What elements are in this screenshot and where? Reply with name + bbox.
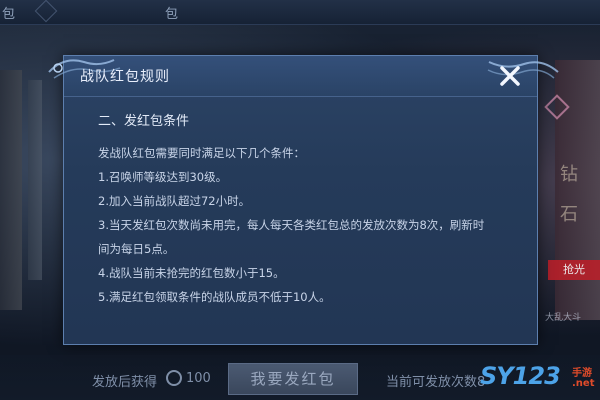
diamond-tab-icon[interactable] [34, 0, 58, 23]
rule-line: 3.当天发红包次数尚未用完，每人每天各类红包总的发放次数为8次，刷新时 [98, 218, 485, 232]
rule-line: 2.加入当前战队超过72小时。 [98, 194, 251, 208]
background-small-text: 大乱大斗 [545, 313, 582, 323]
top-bar-left-text: 包 [2, 7, 16, 22]
close-icon[interactable] [496, 62, 524, 90]
reward-label: 发放后获得 [92, 375, 158, 390]
rule-line: 4.战队当前未抢完的红包数小于15。 [98, 266, 285, 280]
top-bar: 包 包 [0, 0, 600, 25]
remaining-count: 当前可发放次数8 [386, 375, 486, 390]
background-char-2: 石 [560, 204, 578, 225]
background-char-1: 钻 [560, 164, 578, 185]
site-watermark-logo: SY123 手游 .net [480, 358, 600, 398]
rule-line: 5.满足红包领取条件的战队成员不低于10人。 [98, 290, 331, 304]
hero-card-left-2 [28, 80, 42, 280]
send-red-packet-button[interactable]: 我要发红包 [228, 363, 358, 395]
coin-icon [166, 370, 182, 386]
dialog-title: 战队红包规则 [80, 69, 170, 85]
rule-line: 发战队红包需要同时满足以下几个条件： [98, 146, 305, 160]
top-bar-right-text: 包 [165, 7, 179, 22]
watermark-main: SY123 [480, 362, 561, 390]
rule-line: 间为每日5点。 [98, 242, 175, 256]
section-heading: 二、发红包条件 [98, 114, 190, 129]
reward-value: 100 [186, 371, 211, 386]
red-tag-badge: 抢光 [548, 260, 600, 280]
rule-line: 1.召唤师等级达到30级。 [98, 170, 228, 184]
rules-content: 二、发红包条件 发战队红包需要同时满足以下几个条件： 1.召唤师等级达到30级。… [98, 110, 518, 309]
dialog-header: 战队红包规则 [48, 56, 559, 97]
hero-card-left [0, 70, 22, 310]
rules-dialog: 战队红包规则 二、发红包条件 发战队红包需要同时满足以下几个条件： 1.召唤师等… [48, 55, 559, 345]
watermark-sub1: 手游 [572, 368, 592, 379]
watermark-sub2: .net [572, 378, 595, 389]
